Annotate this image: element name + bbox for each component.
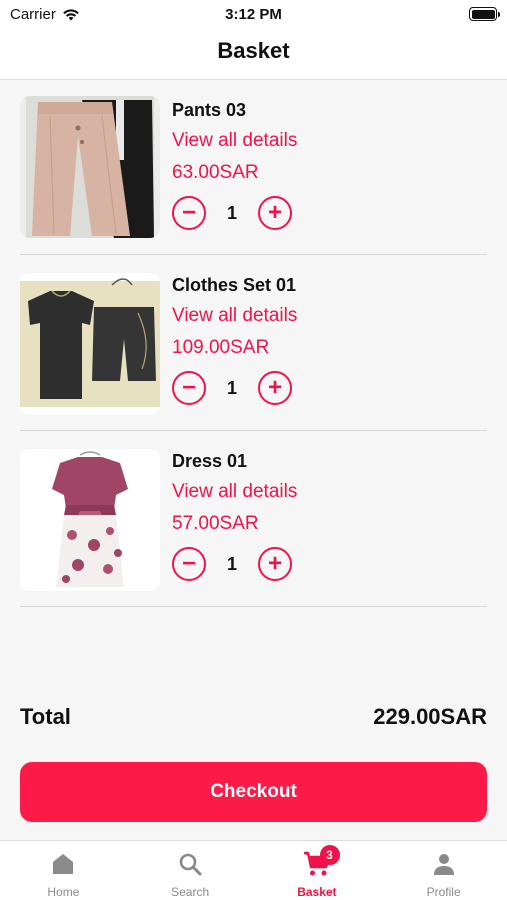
item-info: Dress 01 View all details 57.00SAR − 1 + xyxy=(172,449,487,581)
profile-icon xyxy=(432,851,456,877)
cart-count-badge: 3 xyxy=(319,845,340,865)
decrease-quantity-button[interactable]: − xyxy=(172,547,206,581)
tab-search[interactable]: Search xyxy=(127,841,254,900)
increase-quantity-button[interactable]: + xyxy=(258,371,292,405)
item-info: Pants 03 View all details 63.00SAR − 1 + xyxy=(172,98,487,230)
product-name: Pants 03 xyxy=(172,100,247,120)
tab-bar: Home Search 3 Basket Profile xyxy=(0,840,507,900)
quantity-value: 1 xyxy=(226,202,237,223)
product-image-pants[interactable] xyxy=(20,96,160,238)
product-name: Dress 01 xyxy=(172,451,248,471)
product-image-dress[interactable] xyxy=(20,449,160,591)
tab-label: Search xyxy=(171,885,210,899)
product-price: 109.00SAR xyxy=(172,337,270,358)
basket-list: Pants 03 View all details 63.00SAR − 1 + xyxy=(20,80,487,607)
tab-home[interactable]: Home xyxy=(0,841,127,900)
quantity-value: 1 xyxy=(226,553,237,574)
quantity-stepper: − 1 + xyxy=(172,371,487,405)
checkout-button[interactable]: Checkout xyxy=(20,762,487,822)
page-title: Basket xyxy=(217,38,290,63)
view-details-link[interactable]: View all details xyxy=(172,128,487,154)
status-bar: Carrier 3:12 PM xyxy=(0,0,507,30)
home-icon xyxy=(51,851,75,877)
tab-label: Basket xyxy=(297,885,337,899)
view-details-link[interactable]: View all details xyxy=(172,479,487,505)
product-price: 63.00SAR xyxy=(172,162,259,183)
total-row: Total 229.00SAR xyxy=(20,704,487,736)
view-details-link[interactable]: View all details xyxy=(172,303,487,329)
tab-basket[interactable]: 3 Basket xyxy=(254,841,381,900)
basket-item: Pants 03 View all details 63.00SAR − 1 + xyxy=(20,80,487,255)
basket-item: Clothes Set 01 View all details 109.00SA… xyxy=(20,255,487,431)
tab-label: Home xyxy=(47,885,80,899)
tab-label: Profile xyxy=(426,885,461,899)
product-price: 57.00SAR xyxy=(172,513,259,534)
decrease-quantity-button[interactable]: − xyxy=(172,371,206,405)
product-name: Clothes Set 01 xyxy=(172,275,297,295)
tab-profile[interactable]: Profile xyxy=(380,841,507,900)
increase-quantity-button[interactable]: + xyxy=(258,196,292,230)
status-time: 3:12 PM xyxy=(225,6,282,23)
item-info: Clothes Set 01 View all details 109.00SA… xyxy=(172,273,487,405)
total-label: Total xyxy=(20,704,71,729)
nav-header: Basket xyxy=(0,30,507,80)
increase-quantity-button[interactable]: + xyxy=(258,547,292,581)
battery-icon xyxy=(469,7,500,21)
decrease-quantity-button[interactable]: − xyxy=(172,196,206,230)
search-icon xyxy=(178,851,202,877)
total-value: 229.00SAR xyxy=(373,704,487,729)
product-image-clothes-set[interactable] xyxy=(20,273,160,415)
quantity-stepper: − 1 + xyxy=(172,547,487,581)
quantity-value: 1 xyxy=(226,377,237,398)
quantity-stepper: − 1 + xyxy=(172,196,487,230)
basket-item: Dress 01 View all details 57.00SAR − 1 + xyxy=(20,431,487,607)
